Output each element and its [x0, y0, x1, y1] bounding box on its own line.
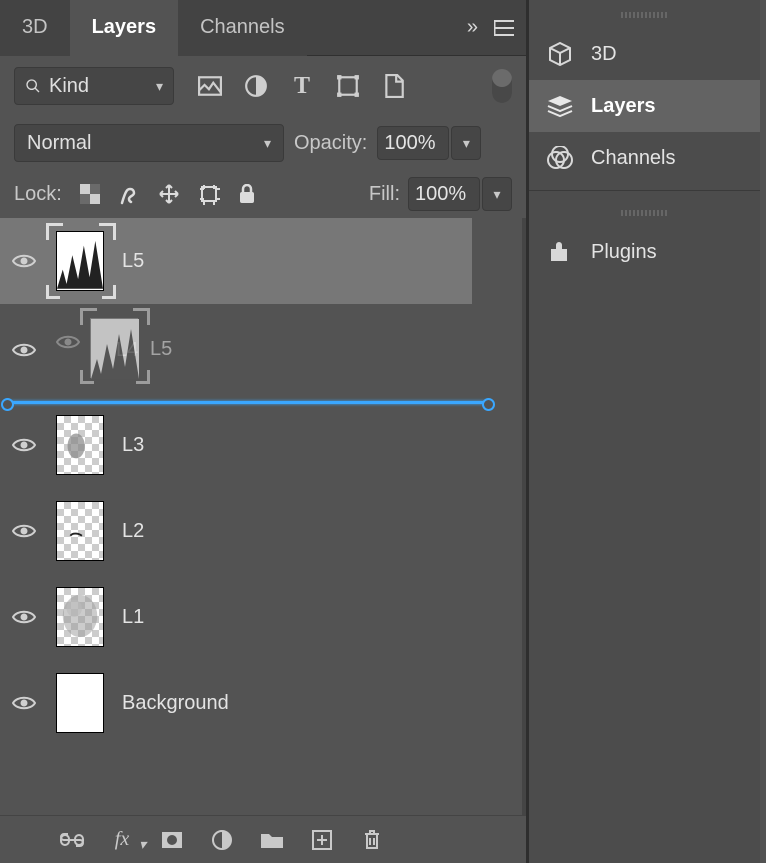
- layer-thumbnail[interactable]: [56, 587, 104, 647]
- layer-name[interactable]: L4: [116, 339, 138, 362]
- search-icon: [25, 78, 41, 94]
- chevron-down-icon: ▾: [463, 135, 470, 152]
- side-item-label: Layers: [591, 95, 656, 118]
- lock-label: Lock:: [14, 183, 62, 206]
- panel-grip[interactable]: [621, 210, 669, 216]
- layer-row-l3[interactable]: L3: [0, 402, 522, 488]
- visibility-toggle[interactable]: [10, 517, 38, 545]
- layer-thumbnail[interactable]: [56, 231, 104, 291]
- layer-name[interactable]: L1: [122, 606, 144, 629]
- side-item-layers[interactable]: Layers: [529, 80, 760, 132]
- new-adjustment-button[interactable]: [210, 828, 234, 852]
- layer-name[interactable]: Background: [122, 692, 229, 715]
- side-panel-bar: 3D Layers Channels Plugins: [526, 0, 760, 863]
- visibility-toggle[interactable]: [10, 247, 38, 275]
- side-separator: [529, 190, 760, 204]
- lock-artboard-icon[interactable]: [198, 183, 220, 205]
- fill-input[interactable]: 100%: [408, 177, 480, 211]
- chevron-down-icon: ▾: [493, 186, 500, 203]
- layer-row-l5[interactable]: L5: [0, 218, 472, 304]
- blend-row: Normal ▾ Opacity: 100% ▾: [0, 116, 526, 170]
- layer-row-l1[interactable]: L1: [0, 574, 522, 660]
- side-item-channels[interactable]: Channels: [529, 132, 760, 184]
- opacity-input[interactable]: 100%: [377, 126, 449, 160]
- visibility-toggle[interactable]: [10, 431, 38, 459]
- side-item-3d[interactable]: 3D: [529, 28, 760, 80]
- filter-kind-label: Kind: [49, 75, 89, 98]
- add-mask-button[interactable]: [160, 828, 184, 852]
- layers-footer: fx▾: [0, 815, 526, 863]
- panel-grip[interactable]: [621, 12, 669, 18]
- side-item-label: Plugins: [591, 241, 657, 264]
- layers-panel: 3D Layers Channels » Kind ▾ T Normal ▾: [0, 0, 526, 863]
- opacity-dropdown[interactable]: ▾: [451, 126, 481, 160]
- filter-pixel-icon[interactable]: [198, 74, 222, 98]
- layer-row-l2[interactable]: L2: [0, 488, 522, 574]
- visibility-toggle[interactable]: [10, 603, 38, 631]
- fill-label: Fill:: [369, 183, 400, 206]
- lock-image-icon[interactable]: [118, 183, 140, 205]
- side-item-label: Channels: [591, 147, 676, 170]
- lock-position-icon[interactable]: [158, 183, 180, 205]
- layer-name[interactable]: L2: [122, 520, 144, 543]
- filter-toggle[interactable]: [492, 69, 512, 103]
- new-layer-button[interactable]: [310, 828, 334, 852]
- layer-effects-button[interactable]: fx▾: [110, 828, 134, 852]
- layer-row-background[interactable]: Background: [0, 660, 522, 746]
- visibility-toggle[interactable]: [10, 336, 38, 364]
- lock-row: Lock: Fill: 100% ▾: [0, 170, 526, 218]
- panel-tabs: 3D Layers Channels »: [0, 0, 526, 56]
- plugin-icon: [545, 241, 575, 263]
- drag-ghost: L5: [46, 308, 156, 394]
- layer-thumbnail[interactable]: [56, 673, 104, 733]
- lock-transparency-icon[interactable]: [80, 184, 100, 204]
- tab-layers[interactable]: Layers: [70, 0, 179, 56]
- blend-mode-value: Normal: [27, 132, 91, 155]
- layer-thumbnail[interactable]: [56, 415, 104, 475]
- side-item-plugins[interactable]: Plugins: [529, 226, 760, 278]
- filter-kind-select[interactable]: Kind ▾: [14, 67, 174, 105]
- new-group-button[interactable]: [260, 828, 284, 852]
- layer-thumbnail[interactable]: [56, 501, 104, 561]
- layer-filter-row: Kind ▾ T: [0, 56, 526, 116]
- side-item-label: 3D: [591, 43, 617, 66]
- fill-dropdown[interactable]: ▾: [482, 177, 512, 211]
- layer-row-l4[interactable]: L4 L5: [0, 304, 522, 396]
- cube-icon: [545, 41, 575, 67]
- tab-3d[interactable]: 3D: [0, 0, 70, 56]
- layers-icon: [545, 94, 575, 118]
- layer-name[interactable]: L5: [122, 250, 144, 273]
- layer-name[interactable]: L3: [122, 434, 144, 457]
- filter-smartobject-icon[interactable]: [382, 74, 406, 98]
- blend-mode-select[interactable]: Normal ▾: [14, 124, 284, 162]
- channels-icon: [545, 146, 575, 170]
- filter-adjustment-icon[interactable]: [244, 74, 268, 98]
- expand-tabs-button[interactable]: »: [467, 16, 478, 39]
- chevron-down-icon: ▾: [156, 78, 163, 95]
- delete-layer-button[interactable]: [360, 828, 384, 852]
- visibility-toggle[interactable]: [10, 689, 38, 717]
- chevron-down-icon: ▾: [264, 135, 271, 152]
- tab-channels[interactable]: Channels: [178, 0, 307, 56]
- filter-type-icon[interactable]: T: [290, 74, 314, 98]
- panel-menu-button[interactable]: [494, 20, 514, 36]
- link-layers-button[interactable]: [60, 828, 84, 852]
- layers-list[interactable]: L5 L4 L5: [0, 218, 526, 815]
- lock-all-icon[interactable]: [238, 184, 256, 204]
- opacity-label: Opacity:: [294, 132, 367, 155]
- filter-shape-icon[interactable]: [336, 74, 360, 98]
